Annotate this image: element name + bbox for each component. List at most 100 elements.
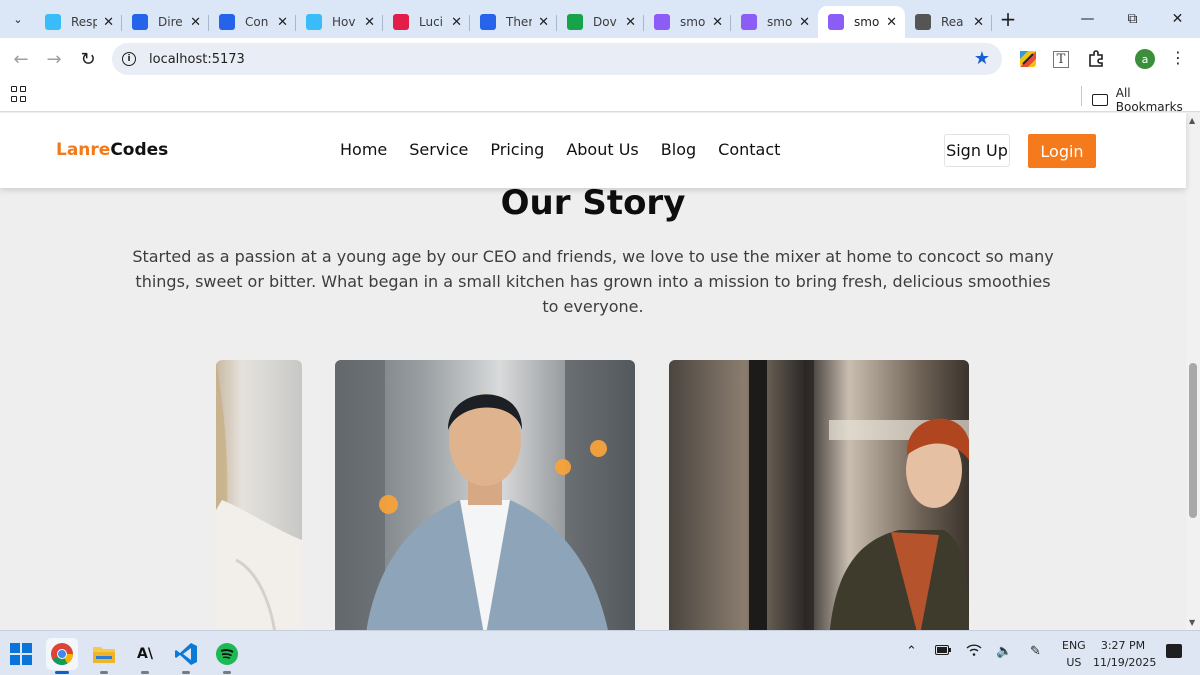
nav-link-blog[interactable]: Blog [661,140,696,159]
browser-tab[interactable]: Con ✕ [209,6,296,38]
tab-close-icon[interactable]: ✕ [799,15,810,30]
clock-time: 3:27 PM [1100,639,1146,652]
browser-tab[interactable]: smo ✕ [818,6,905,38]
tab-close-icon[interactable]: ✕ [712,15,723,30]
tailwind-icon [45,14,61,30]
file-explorer-taskbar-icon[interactable] [88,638,120,674]
reload-button[interactable]: ↻ [71,42,105,76]
browser-tab[interactable]: Rea ✕ [905,6,992,38]
browser-tab[interactable]: smo ✕ [644,6,731,38]
browser-tab[interactable]: Dov ✕ [557,6,644,38]
tab-title: Dov [593,15,617,29]
chrome-taskbar-icon[interactable] [46,638,78,674]
bookmark-star-icon[interactable]: ★ [974,48,990,69]
font-extension-icon[interactable]: T [1048,46,1074,72]
tab-search-button[interactable]: ⌄ [5,6,31,32]
tab-title: Rea [941,15,964,29]
logo-accent-text: Lanre [56,140,111,160]
new-tab-button[interactable]: + [994,5,1022,33]
address-bar[interactable]: i localhost:5173 ★ [112,43,1002,75]
color-picker-extension-icon[interactable] [1015,46,1041,72]
browser-tab[interactable]: Luci ✕ [383,6,470,38]
woman-portrait-photo [749,360,969,630]
site-menu: Home Service Pricing About Us Blog Contact [340,140,802,159]
browser-tab[interactable]: Resp ✕ [35,6,122,38]
wifi-icon[interactable] [966,644,982,660]
nav-link-service[interactable]: Service [409,140,468,159]
team-photo-card [335,360,635,630]
anthropic-taskbar-icon[interactable]: A\ [129,638,161,674]
browser-menu-icon[interactable]: ⋮ [1170,48,1186,67]
close-window-button[interactable]: ✕ [1155,0,1200,38]
input-language-indicator[interactable]: ENG US [1062,637,1086,671]
page-viewport: LanreCodes Home Service Pricing About Us Blo… [0,113,1200,630]
volume-icon[interactable]: 🔈 [996,644,1012,659]
tab-close-icon[interactable]: ✕ [625,15,636,30]
woman-portrait-photo [216,360,302,630]
tab-title: smo [680,15,706,29]
taskbar-clock[interactable]: 3:27 PM 11/19/2025 [1093,637,1156,671]
restore-button[interactable]: ⧉ [1110,0,1155,38]
window-controls: — ⧉ ✕ [1065,0,1200,38]
signup-button[interactable]: Sign Up [944,134,1010,167]
tab-title: Dire [158,15,183,29]
extensions-puzzle-icon[interactable] [1083,46,1109,72]
all-bookmarks-button[interactable]: All Bookmarks [1092,86,1200,114]
tab-close-icon[interactable]: ✕ [973,15,984,30]
pen-input-icon[interactable]: ✎ [1030,644,1041,659]
browser-tab[interactable]: Hov ✕ [296,6,383,38]
tab-title: Ther [506,15,532,29]
tab-title: Resp [71,15,97,29]
team-photo-card [216,360,302,630]
bookmarks-bar: All Bookmarks [0,80,1200,114]
tab-close-icon[interactable]: ✕ [103,15,114,30]
nav-link-home[interactable]: Home [340,140,387,159]
scroll-down-arrow-icon[interactable]: ▼ [1189,618,1195,627]
nav-link-about-us[interactable]: About Us [566,140,638,159]
show-hidden-icons-chevron-icon[interactable]: ⌃ [906,644,917,659]
vscode-taskbar-icon[interactable] [170,638,202,674]
site-info-icon[interactable]: i [122,52,136,66]
battery-icon[interactable] [935,644,951,659]
login-button[interactable]: Login [1028,134,1096,168]
codesandbox-icon [480,14,496,30]
tab-close-icon[interactable]: ✕ [190,15,201,30]
back-button[interactable]: ← [4,42,38,76]
react-icon [915,14,931,30]
tab-title: Hov [332,15,356,29]
minimize-button[interactable]: — [1065,0,1110,38]
codesandbox-icon [219,14,235,30]
tab-title: smo [767,15,793,29]
forward-button[interactable]: → [37,42,71,76]
notification-center-icon[interactable] [1166,644,1182,658]
browser-tab[interactable]: smo ✕ [731,6,818,38]
apps-grid-icon[interactable] [11,86,27,102]
bookmarks-divider [1081,86,1082,106]
browser-tab[interactable]: Ther ✕ [470,6,557,38]
logo-text: Codes [110,140,169,160]
site-logo[interactable]: LanreCodes [56,140,168,160]
browser-tab[interactable]: Dire ✕ [122,6,209,38]
page-scrollbar[interactable]: ▲ ▼ [1186,113,1200,630]
story-paragraph: Started as a passion at a young age by o… [132,247,1054,316]
tab-close-icon[interactable]: ✕ [277,15,288,30]
tab-title: Luci [419,15,444,29]
tab-title: Con [245,15,269,29]
nav-link-contact[interactable]: Contact [718,140,780,159]
tab-list: Resp ✕ Dire ✕ Con ✕ Hov ✕ Luci ✕ Ther ✕ Dov ✕ smo ✕ smo ✕… [35,0,992,38]
spotify-taskbar-icon[interactable] [211,638,243,674]
browser-toolbar: ← → ↻ i localhost:5173 ★ T a ⋮ [0,38,1200,80]
tailwind-icon [306,14,322,30]
browser-tab-strip: ⌄ Resp ✕ Dire ✕ Con ✕ Hov ✕ Luci ✕ Ther ✕ Dov ✕ smo ✕ sm… [0,0,1200,38]
tab-close-icon[interactable]: ✕ [364,15,375,30]
tab-close-icon[interactable]: ✕ [538,15,549,30]
scroll-up-arrow-icon[interactable]: ▲ [1189,116,1195,125]
profile-avatar[interactable]: a [1135,49,1155,69]
scrollbar-thumb[interactable] [1189,363,1197,518]
tab-close-icon[interactable]: ✕ [451,15,462,30]
start-button[interactable] [5,638,37,670]
site-navbar: LanreCodes Home Service Pricing About Us Blo… [0,113,1186,188]
team-photo-card [669,360,969,630]
tab-close-icon[interactable]: ✕ [886,15,897,30]
nav-link-pricing[interactable]: Pricing [490,140,544,159]
